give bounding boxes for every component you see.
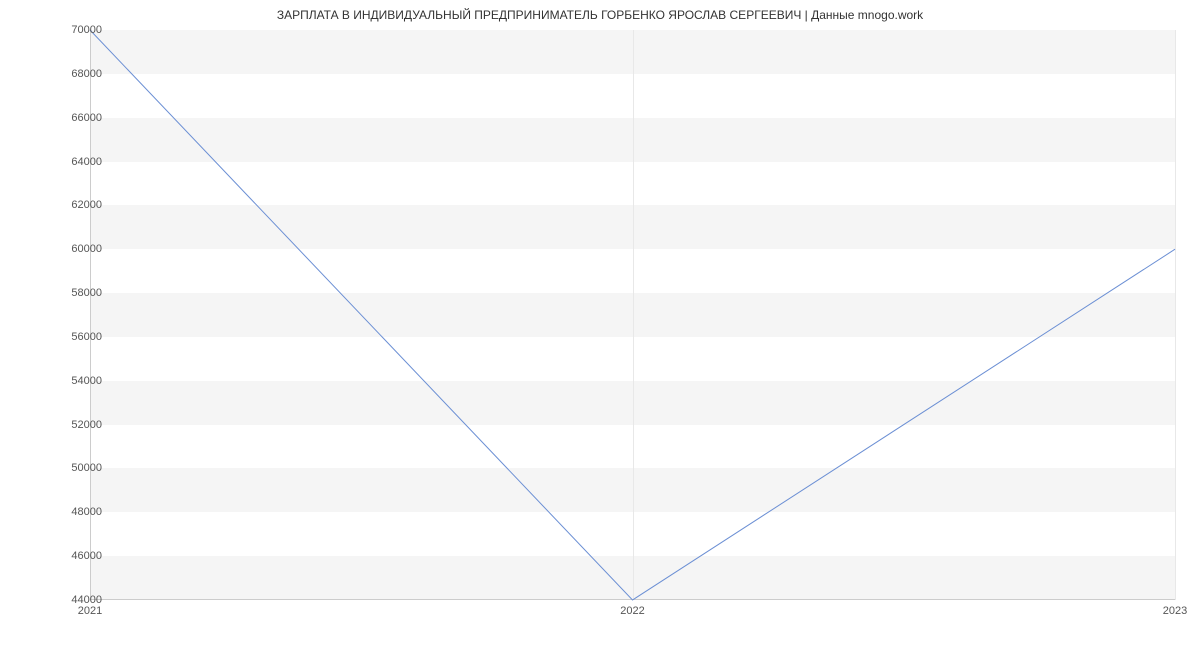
x-tick-label: 2021 <box>78 605 102 617</box>
gridline-vertical <box>1175 30 1176 600</box>
y-tick-label: 62000 <box>42 199 102 211</box>
y-tick-label: 60000 <box>42 243 102 255</box>
chart-title: ЗАРПЛАТА В ИНДИВИДУАЛЬНЫЙ ПРЕДПРИНИМАТЕЛ… <box>0 8 1200 22</box>
y-tick-label: 52000 <box>42 419 102 431</box>
y-tick-label: 50000 <box>42 462 102 474</box>
y-tick-label: 46000 <box>42 550 102 562</box>
x-tick-label: 2022 <box>620 605 644 617</box>
x-tick-label: 2023 <box>1163 605 1187 617</box>
y-tick-label: 70000 <box>42 24 102 36</box>
y-tick-label: 68000 <box>42 68 102 80</box>
y-tick-label: 58000 <box>42 287 102 299</box>
y-tick-label: 56000 <box>42 331 102 343</box>
y-tick-label: 64000 <box>42 156 102 168</box>
data-series-line <box>90 30 1175 600</box>
y-tick-label: 54000 <box>42 375 102 387</box>
y-tick-label: 66000 <box>42 112 102 124</box>
y-tick-label: 48000 <box>42 506 102 518</box>
plot-area <box>90 30 1175 600</box>
